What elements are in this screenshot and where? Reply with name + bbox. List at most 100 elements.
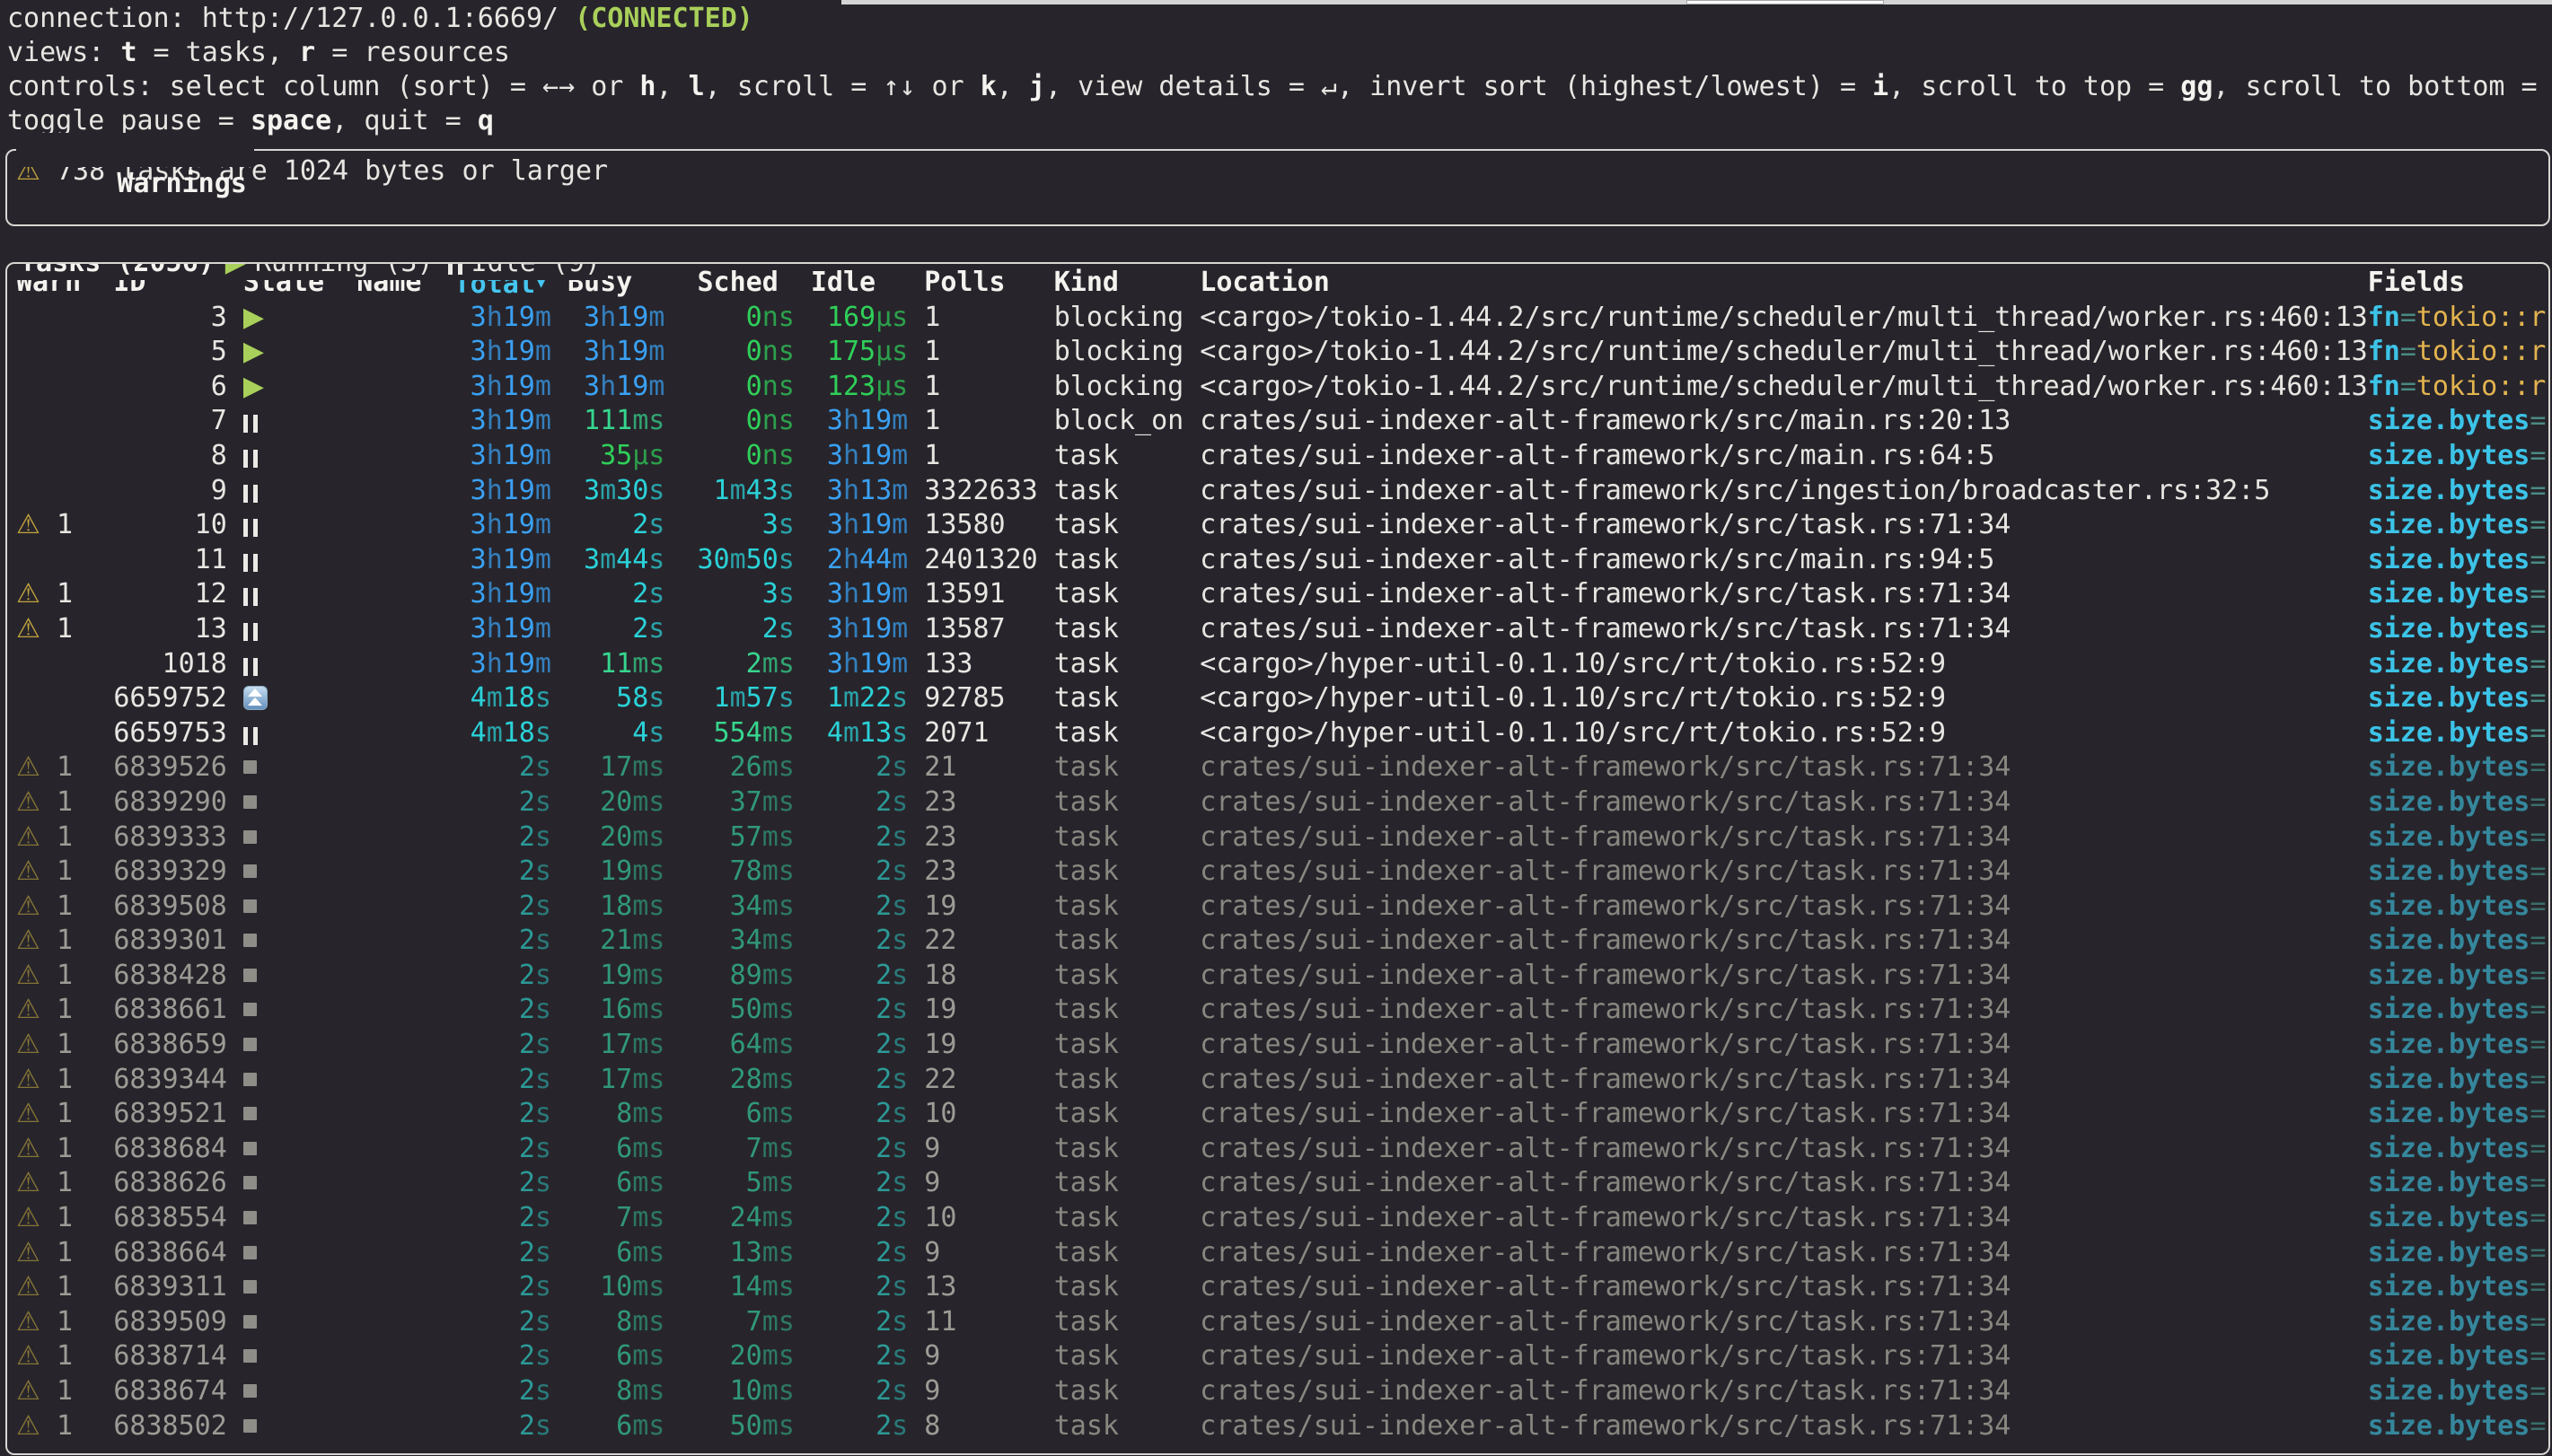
task-row[interactable]: ⚠ 168385542s7ms24ms2s10taskcrates/sui-in… [16, 1201, 2548, 1236]
cell-kind: task [1054, 543, 1184, 578]
status-text: , scroll = ↑↓ or [705, 71, 981, 102]
status-text: = resources [315, 37, 510, 68]
task-row[interactable]: ⚠ 168386842s6ms7ms2s9taskcrates/sui-inde… [16, 1132, 2548, 1167]
cell-id: 6839509 [113, 1305, 226, 1340]
task-row[interactable]: ⚠ 168386742s8ms10ms2s9taskcrates/sui-ind… [16, 1374, 2548, 1409]
idle-state-icon [243, 415, 258, 433]
task-row[interactable]: 83h19m35µs0ns3h19m1taskcrates/sui-indexe… [16, 439, 2548, 474]
task-row[interactable]: ⚠ 168386612s16ms50ms2s19taskcrates/sui-i… [16, 993, 2548, 1028]
cell-kind: task [1054, 439, 1184, 474]
cell-busy: 2s [568, 577, 664, 612]
cell-id: 12 [113, 577, 226, 612]
cell-state [243, 1028, 340, 1063]
cell-busy: 58s [568, 681, 664, 716]
task-row[interactable]: 3▶3h19m3h19m0ns169µs1blocking<cargo>/tok… [16, 301, 2548, 336]
column-header-kind[interactable]: Kind [1054, 266, 1184, 301]
task-row[interactable]: 66597534m18s4s554ms4m13s2071task<cargo>/… [16, 716, 2548, 751]
cell-state [243, 681, 340, 716]
task-row[interactable]: ⚠ 1123h19m2s3s3h19m13591taskcrates/sui-i… [16, 577, 2548, 612]
task-row[interactable]: ⚠ 168395092s8ms7ms2s11taskcrates/sui-ind… [16, 1305, 2548, 1340]
cell-name [356, 785, 453, 820]
task-row[interactable]: ⚠ 168393112s10ms14ms2s13taskcrates/sui-i… [16, 1270, 2548, 1305]
cell-idle: 3h19m [811, 439, 908, 474]
column-header-polls[interactable]: Polls [924, 266, 1037, 301]
cell-total: 2s [454, 1201, 551, 1236]
cell-busy: 6ms [568, 1166, 664, 1201]
tasks-title-label: Tasks (2056) [20, 262, 215, 278]
cell-busy: 21ms [568, 924, 664, 959]
task-row[interactable]: ⚠ 168387142s6ms20ms2s9taskcrates/sui-ind… [16, 1339, 2548, 1374]
cell-idle: 2s [811, 1305, 908, 1340]
cell-state [243, 924, 340, 959]
cell-kind: task [1054, 820, 1184, 855]
task-row[interactable]: ⚠ 1103h19m2s3s3h19m13580taskcrates/sui-i… [16, 508, 2548, 543]
task-row[interactable]: 93h19m3m30s1m43s3h13m3322633taskcrates/s… [16, 474, 2548, 509]
cell-idle: 3h19m [811, 577, 908, 612]
cell-kind: blocking [1054, 335, 1184, 370]
task-row[interactable]: 5▶3h19m3h19m0ns175µs1blocking<cargo>/tok… [16, 335, 2548, 370]
cell-location: crates/sui-indexer-alt-framework/src/tas… [1200, 1028, 2367, 1063]
cell-state [243, 577, 340, 612]
cell-fields: size.bytes= [2368, 890, 2548, 925]
cell-warn: ⚠ 1 [16, 508, 97, 543]
cell-warn: ⚠ 1 [16, 1132, 97, 1167]
task-row[interactable]: 6▶3h19m3h19m0ns123µs1blocking<cargo>/tok… [16, 370, 2548, 405]
stopped-state-icon [243, 795, 257, 809]
cell-sched: 3s [697, 577, 794, 612]
cell-polls: 3322633 [924, 474, 1037, 509]
cell-idle: 1m22s [811, 681, 908, 716]
task-row[interactable]: ⚠ 1133h19m2s2s3h19m13587taskcrates/sui-i… [16, 612, 2548, 647]
task-row[interactable]: ⚠ 168385022s6ms50ms2s8taskcrates/sui-ind… [16, 1409, 2548, 1444]
cell-sched: 7ms [697, 1132, 794, 1167]
cell-name [356, 750, 453, 785]
cell-id: 6838626 [113, 1166, 226, 1201]
cell-total: 3h19m [454, 508, 551, 543]
task-row[interactable]: 66597524m18s58s1m57s1m22s92785task<cargo… [16, 681, 2548, 716]
task-row[interactable]: ⚠ 168393332s20ms57ms2s23taskcrates/sui-i… [16, 820, 2548, 855]
column-header-fields[interactable]: Fields [2368, 266, 2548, 301]
cell-fields: size.bytes= [2368, 577, 2548, 612]
task-row[interactable]: ⚠ 168393292s19ms78ms2s23taskcrates/sui-i… [16, 855, 2548, 890]
column-header-location[interactable]: Location [1200, 266, 2367, 301]
cell-kind: task [1054, 577, 1184, 612]
cell-id: 6839526 [113, 750, 226, 785]
task-row[interactable]: ⚠ 168386592s17ms64ms2s19taskcrates/sui-i… [16, 1028, 2548, 1063]
cell-busy: 6ms [568, 1236, 664, 1271]
cell-idle: 175µs [811, 335, 908, 370]
task-row[interactable]: ⚠ 168393012s21ms34ms2s22taskcrates/sui-i… [16, 924, 2548, 959]
cell-fields: size.bytes= [2368, 1097, 2548, 1132]
task-row[interactable]: ⚠ 168395082s18ms34ms2s19taskcrates/sui-i… [16, 890, 2548, 925]
task-row[interactable]: ⚠ 168386262s6ms5ms2s9taskcrates/sui-inde… [16, 1166, 2548, 1201]
cell-idle: 2s [811, 855, 908, 890]
cell-total: 2s [454, 855, 551, 890]
task-row[interactable]: 10183h19m11ms2ms3h19m133task<cargo>/hype… [16, 647, 2548, 682]
task-row[interactable]: 113h19m3m44s30m50s2h44m2401320taskcrates… [16, 543, 2548, 578]
cell-location: crates/sui-indexer-alt-framework/src/mai… [1200, 543, 2367, 578]
task-row[interactable]: ⚠ 168395262s17ms26ms2s21taskcrates/sui-i… [16, 750, 2548, 785]
column-header-sched[interactable]: Sched [697, 266, 794, 301]
key-hint: gg [2180, 71, 2213, 102]
cell-total: 2s [454, 785, 551, 820]
idle-state-icon [243, 485, 258, 503]
cell-sched: 30m50s [697, 543, 794, 578]
scrollbar-track[interactable] [841, 0, 2552, 4]
cell-polls: 19 [924, 993, 1037, 1028]
task-row[interactable]: ⚠ 168384282s19ms89ms2s18taskcrates/sui-i… [16, 959, 2548, 994]
task-row[interactable]: ⚠ 168393442s17ms28ms2s22taskcrates/sui-i… [16, 1063, 2548, 1098]
scrollbar-thumb[interactable] [1686, 0, 1884, 4]
task-row[interactable]: ⚠ 168392902s20ms37ms2s23taskcrates/sui-i… [16, 785, 2548, 820]
idle-state-icon [243, 727, 258, 745]
task-row[interactable]: ⚠ 168395212s8ms6ms2s10taskcrates/sui-ind… [16, 1097, 2548, 1132]
cell-location: crates/sui-indexer-alt-framework/src/tas… [1200, 1339, 2367, 1374]
cell-polls: 1 [924, 370, 1037, 405]
controls-line: controls: select column (sort) = ←→ or h… [7, 70, 2552, 104]
cell-sched: 10ms [697, 1374, 794, 1409]
cell-id: 6838428 [113, 959, 226, 994]
cell-location: crates/sui-indexer-alt-framework/src/tas… [1200, 577, 2367, 612]
cell-polls: 9 [924, 1339, 1037, 1374]
warning-icon: ⚠ [16, 751, 40, 783]
task-row[interactable]: 73h19m111ms0ns3h19m1block_oncrates/sui-i… [16, 404, 2548, 439]
cell-kind: task [1054, 750, 1184, 785]
task-row[interactable]: ⚠ 168386642s6ms13ms2s9taskcrates/sui-ind… [16, 1236, 2548, 1271]
column-header-idle[interactable]: Idle [811, 266, 908, 301]
